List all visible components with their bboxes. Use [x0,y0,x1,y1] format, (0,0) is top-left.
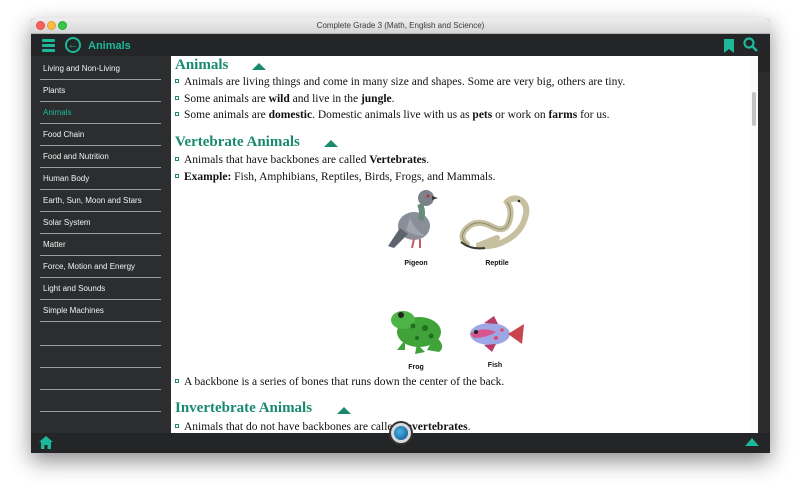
bullet-item: Animals that have backbones are called V… [175,154,429,166]
app-window: Complete Grade 3 (Math, English and Scie… [31,18,770,453]
sidebar-item-food-and-nutrition[interactable]: Food and Nutrition [40,146,161,168]
sidebar: Living and Non-Living Plants Animals Foo… [31,56,171,433]
sidebar-item-earth-sun-moon-stars[interactable]: Earth, Sun, Moon and Stars [40,190,161,212]
bottom-toolbar [31,421,770,453]
bullet-item: Some animals are wild and live in the ju… [175,93,395,105]
sidebar-item-light-and-sounds[interactable]: Light and Sounds [40,278,161,300]
sidebar-divider [40,389,161,390]
window-title: Complete Grade 3 (Math, English and Scie… [316,21,485,30]
snake-image [459,195,530,250]
sidebar-divider [40,411,161,412]
image-caption-reptile: Reptile [485,260,509,267]
search-icon[interactable] [743,37,758,52]
frog-image [391,311,443,354]
collapse-arrow-icon[interactable] [252,63,266,70]
bullet-item: Example: Fish, Amphibians, Reptiles, Bir… [175,171,495,183]
menu-icon[interactable] [42,39,55,52]
app-logo-button[interactable] [389,421,413,445]
scrollbar-thumb[interactable] [752,92,756,126]
sidebar-divider [40,367,161,368]
bullet-item: A backbone is a series of bones that run… [175,376,504,388]
image-caption-frog: Frog [408,364,424,371]
fish-image [470,316,524,352]
sidebar-item-solar-system[interactable]: Solar System [40,212,161,234]
collapse-arrow-icon[interactable] [337,407,351,414]
back-arrow-icon[interactable]: ← [65,37,81,53]
minimize-window-button[interactable] [47,21,56,30]
bullet-item: Some animals are domestic. Domestic anim… [175,109,609,121]
page-title: Animals [88,40,131,52]
bookmark-icon[interactable] [724,39,734,53]
sidebar-item-animals[interactable]: Animals [40,102,161,124]
section-heading-invertebrate: Invertebrate Animals [175,400,313,416]
bullet-item: Animals that do not have backbones are c… [175,421,470,433]
pigeon-image [388,190,438,249]
collapse-arrow-icon[interactable] [324,140,338,147]
scroll-to-top-icon[interactable] [745,438,759,446]
sidebar-item-matter[interactable]: Matter [40,234,161,256]
sidebar-item-simple-machines[interactable]: Simple Machines [40,300,161,322]
close-window-button[interactable] [36,21,45,30]
window-titlebar: Complete Grade 3 (Math, English and Scie… [31,18,770,34]
sidebar-item-food-chain[interactable]: Food Chain [40,124,161,146]
sidebar-item-living-and-non-living[interactable]: Living and Non-Living [40,58,161,80]
maximize-window-button[interactable] [58,21,67,30]
image-caption-pigeon: Pigeon [404,260,428,267]
sidebar-item-plants[interactable]: Plants [40,80,161,102]
sidebar-divider [40,345,161,346]
sidebar-item-force-motion-energy[interactable]: Force, Motion and Energy [40,256,161,278]
bullet-item: Animals are living things and come in ma… [175,76,625,88]
section-heading-vertebrate: Vertebrate Animals [175,134,300,150]
sidebar-item-human-body[interactable]: Human Body [40,168,161,190]
lesson-content[interactable]: Animals Animals are living things and co… [171,56,758,433]
section-heading-animals: Animals [175,57,229,73]
image-caption-fish: Fish [487,362,503,369]
home-icon[interactable] [39,436,53,449]
